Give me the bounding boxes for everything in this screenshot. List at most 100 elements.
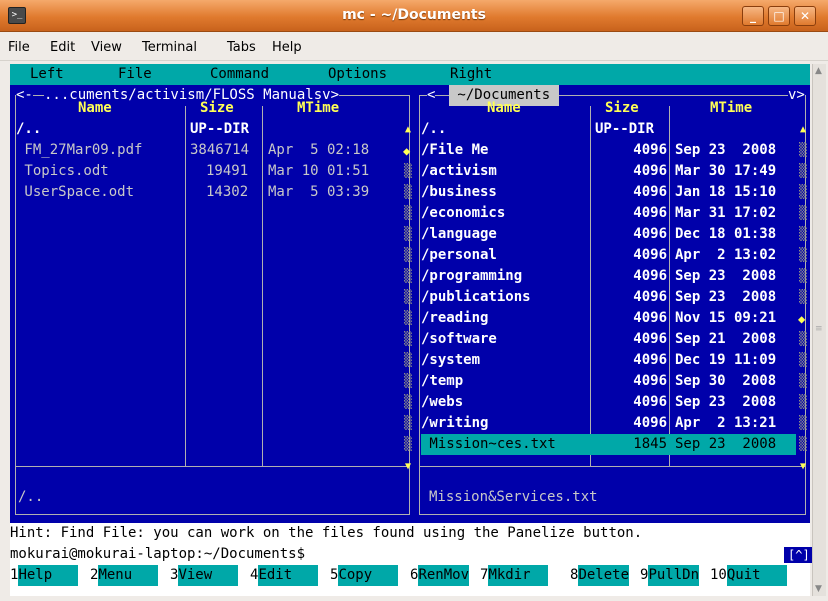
mc-menu-right[interactable]: Right (450, 64, 492, 85)
right-row-dir[interactable]: /File Me 4096 Sep 23 2008 (421, 140, 796, 161)
scroll-position-icon: ◆ (403, 144, 411, 158)
scroll-down-icon[interactable]: ▼ (815, 584, 822, 594)
fkey-label: PullDn (648, 565, 700, 586)
file-mtime: Dec 19 11:09 (675, 352, 777, 368)
right-row-dir[interactable]: /personal 4096 Apr 2 13:02 (421, 245, 796, 266)
maximize-button[interactable]: □ (768, 6, 790, 26)
fkey-copy[interactable]: 5Copy (330, 565, 399, 586)
fkey-renmov[interactable]: 6RenMov (410, 565, 470, 586)
terminal-area[interactable]: Left File Command Options Right <- ...cu… (10, 64, 814, 596)
menu-file[interactable]: File (8, 40, 30, 55)
mc-menu-command[interactable]: Command (210, 64, 269, 85)
left-row-file[interactable]: FM_27Mar09.pdf 3846714 Apr 5 02:18 (16, 140, 404, 161)
file-size: 1845 (633, 436, 667, 452)
right-panel-back-marker[interactable]: < (427, 85, 436, 106)
menu-terminal[interactable]: Terminal (142, 40, 197, 55)
left-row-file[interactable]: Topics.odt 19491 Mar 10 01:51 (16, 161, 404, 182)
right-row-dir[interactable]: /business 4096 Jan 18 15:10 (421, 182, 796, 203)
file-name: FM_27Mar09.pdf (16, 142, 143, 158)
scroll-grip-icon[interactable]: ≡ (815, 324, 824, 336)
file-name: /.. (421, 121, 447, 137)
left-header-name[interactable]: Name (78, 98, 112, 119)
mc-menu-options[interactable]: Options (328, 64, 387, 85)
right-row-dir[interactable]: /language 4096 Dec 18 01:38 (421, 224, 796, 245)
left-panel-back-marker[interactable]: <- (16, 85, 33, 106)
left-status-divider (15, 466, 410, 467)
file-size: 4096 (633, 205, 667, 221)
file-size: 4096 (633, 415, 667, 431)
window-titlebar[interactable]: >_ mc - ~/Documents _ □ ✕ (0, 0, 828, 32)
shell-prompt[interactable]: mokurai@mokurai-laptop:~/Documents$ (10, 544, 305, 565)
fkey-view[interactable]: 3View (170, 565, 239, 586)
menu-tabs[interactable]: Tabs (227, 40, 256, 55)
scroll-track: ▒ (799, 248, 807, 263)
left-header-mtime[interactable]: MTime (297, 98, 339, 119)
close-button[interactable]: ✕ (794, 6, 816, 26)
mc-menu-left[interactable]: Left (30, 64, 64, 85)
menu-help[interactable]: Help (272, 40, 302, 55)
minimize-button[interactable]: _ (742, 6, 764, 26)
scroll-up-icon[interactable]: ▲ (815, 66, 822, 76)
right-header-mtime[interactable]: MTime (710, 98, 752, 119)
fkey-label: Copy (338, 565, 399, 586)
scroll-track: ▒ (404, 164, 412, 179)
right-header-name[interactable]: Name (487, 98, 521, 119)
scroll-down-icon[interactable]: ▼ (405, 456, 411, 477)
fkey-quit[interactable]: 10Quit (710, 565, 787, 586)
right-panel-scrollbar[interactable]: ▲ ▒ ▒ ▒ ▒ ▒ ▒ ▒ ▒ ◆ ▒ ▒ ▒ ▒ ▒ ▒ ▼ (798, 119, 808, 472)
fkey-label: Delete (578, 565, 630, 586)
window-scrollbar[interactable]: ▲ ≡ ▼ (812, 64, 826, 596)
scroll-track: ▒ (799, 353, 807, 368)
scroll-down-icon[interactable]: ▼ (800, 456, 806, 477)
right-row-dir[interactable]: /publications 4096 Sep 23 2008 (421, 287, 796, 308)
right-row-dir[interactable]: /programming 4096 Sep 23 2008 (421, 266, 796, 287)
scroll-track: ▒ (799, 164, 807, 179)
right-row-dir[interactable]: /webs 4096 Sep 23 2008 (421, 392, 796, 413)
right-row-dir[interactable]: /reading 4096 Nov 15 09:21 (421, 308, 796, 329)
left-panel-status: /.. (18, 489, 44, 505)
right-row-dir[interactable]: /system 4096 Dec 19 11:09 (421, 350, 796, 371)
file-size: 4096 (633, 247, 667, 263)
fkey-number: 4 (250, 567, 259, 583)
scroll-track: ▒ (404, 290, 412, 305)
file-size: 4096 (633, 289, 667, 305)
left-row-file[interactable]: UserSpace.odt 14302 Mar 5 03:39 (16, 182, 404, 203)
left-panel[interactable]: <- ...cuments/activism/FLOSS Manualsv> N… (10, 85, 415, 523)
left-panel-scrollbar[interactable]: ▲ ◆ ▒ ▒ ▒ ▒ ▒ ▒ ▒ ▒ ▒ ▒ ▒ ▒ ▒ ▒ ▼ (403, 119, 413, 472)
fkey-pulldn[interactable]: 9PullDn (640, 565, 700, 586)
left-row-updir[interactable]: /.. UP--DIR (16, 119, 404, 140)
fkey-menu[interactable]: 2Menu (90, 565, 159, 586)
right-row-updir[interactable]: /.. UP--DIR (421, 119, 796, 140)
fkey-number: 2 (90, 567, 99, 583)
fkey-number: 9 (640, 567, 649, 583)
left-header-size[interactable]: Size (200, 98, 234, 119)
right-row-selected[interactable]: Mission~ces.txt 1845 Sep 23 2008 (421, 434, 796, 455)
file-mtime: Mar 10 01:51 (268, 163, 370, 179)
right-row-dir[interactable]: /activism 4096 Mar 30 17:49 (421, 161, 796, 182)
right-row-dir[interactable]: /writing 4096 Apr 2 13:21 (421, 413, 796, 434)
mc-menu-file[interactable]: File (118, 64, 152, 85)
menu-edit[interactable]: Edit (50, 40, 75, 55)
scroll-up-icon[interactable]: ▲ (405, 119, 411, 140)
right-panel-status: Mission&Services.txt (429, 489, 598, 505)
fkey-delete[interactable]: 8Delete (570, 565, 630, 586)
right-panel-history-marker[interactable]: v> (788, 85, 805, 106)
history-indicator[interactable]: [^] (784, 547, 814, 563)
function-key-bar: 1Help 2Menu 3View 4Edit 5Copy 6RenMov 7M… (10, 565, 810, 586)
file-name: /.. (16, 121, 42, 137)
fkey-label: Mkdir (488, 565, 549, 586)
right-row-dir[interactable]: /economics 4096 Mar 31 17:02 (421, 203, 796, 224)
scroll-track: ▒ (799, 395, 807, 410)
fkey-edit[interactable]: 4Edit (250, 565, 319, 586)
menu-view[interactable]: View (91, 40, 122, 55)
file-mtime: Nov 15 09:21 (675, 310, 777, 326)
fkey-help[interactable]: 1Help (10, 565, 79, 586)
right-header-size[interactable]: Size (605, 98, 639, 119)
scroll-track: ▒ (404, 269, 412, 284)
right-row-dir[interactable]: /temp 4096 Sep 30 2008 (421, 371, 796, 392)
scroll-up-icon[interactable]: ▲ (800, 119, 806, 140)
right-row-dir[interactable]: /software 4096 Sep 21 2008 (421, 329, 796, 350)
right-panel[interactable]: < ~/Documents v> Name Size MTime /.. UP--… (415, 85, 810, 523)
fkey-mkdir[interactable]: 7Mkdir (480, 565, 549, 586)
file-name: /language (421, 226, 497, 242)
